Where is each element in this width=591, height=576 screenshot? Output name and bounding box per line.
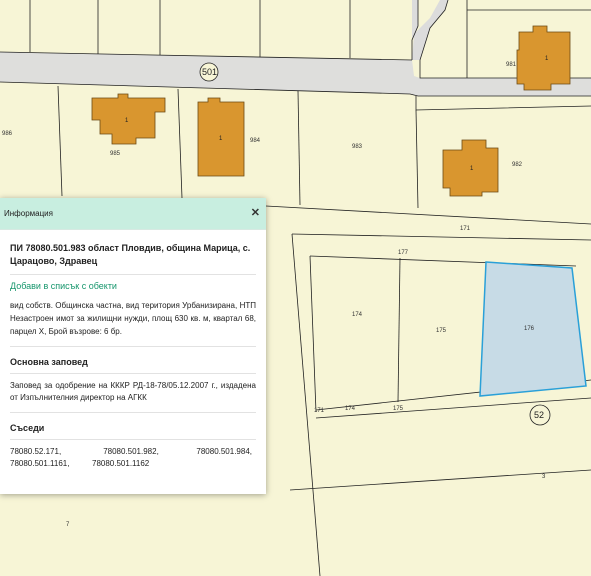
building[interactable]	[516, 25, 571, 91]
info-panel[interactable]: Информация ✕ ПИ 78080.501.983 област Пло…	[0, 198, 266, 494]
parcel-label: 177	[398, 250, 409, 256]
parcel-heading: ПИ 78080.501.983 област Пловдив, община …	[10, 243, 251, 266]
divider	[10, 412, 256, 413]
parcel-label: 3	[542, 474, 546, 480]
order-text: Заповед за одобрение на КККР РД-18-78/05…	[10, 381, 256, 402]
parcel-label: 985	[110, 151, 121, 157]
building[interactable]	[91, 93, 166, 145]
neighbor-item[interactable]: 78080.501.1161,	[10, 458, 88, 470]
panel-body: ПИ 78080.501.983 област Пловдив, община …	[0, 230, 266, 470]
parcel-label: 175	[393, 406, 404, 412]
divider	[10, 274, 256, 275]
parcel-label: 175	[436, 328, 447, 334]
parcel-label: 981	[506, 62, 517, 68]
parcel-label: 986	[2, 131, 13, 137]
neighbor-item[interactable]: 78080.501.984,	[174, 446, 252, 458]
divider	[10, 373, 256, 374]
parcel-label: 984	[250, 138, 261, 144]
neighbor-item[interactable]: 78080.501.982,	[92, 446, 170, 458]
neighbors-section-title: Съседи	[10, 423, 45, 433]
panel-header: Информация ✕	[0, 198, 266, 230]
divider	[10, 439, 256, 440]
street-marker-52: 52	[529, 404, 551, 426]
close-icon[interactable]: ✕	[251, 208, 260, 219]
neighbors-list: 78080.52.171, 78080.501.982, 78080.501.9…	[10, 446, 256, 470]
neighbor-item[interactable]: 78080.52.171,	[10, 446, 88, 458]
parcel-label: 7	[66, 522, 70, 528]
street-label: 52	[534, 410, 544, 420]
parcel-label: 983	[352, 144, 363, 150]
parcel-label: 174	[345, 406, 356, 412]
divider	[10, 346, 256, 347]
parcel-label: 174	[352, 312, 363, 318]
parcel-description: вид собств. Общинска частна, вид територ…	[10, 301, 256, 336]
add-to-list-link[interactable]: Добави в списък с обекти	[10, 281, 256, 291]
street-marker-501: 501	[199, 62, 219, 82]
street-label: 501	[202, 67, 217, 77]
parcel-label: 171	[314, 408, 325, 414]
neighbor-item[interactable]: 78080.501.1162	[92, 458, 170, 470]
road	[448, 0, 591, 6]
parcel-label: 176	[524, 326, 535, 332]
panel-title: Информация	[4, 209, 53, 218]
order-section-title: Основна заповед	[10, 357, 88, 367]
parcel-label: 171	[460, 226, 471, 232]
parcel-label: 982	[512, 162, 523, 168]
